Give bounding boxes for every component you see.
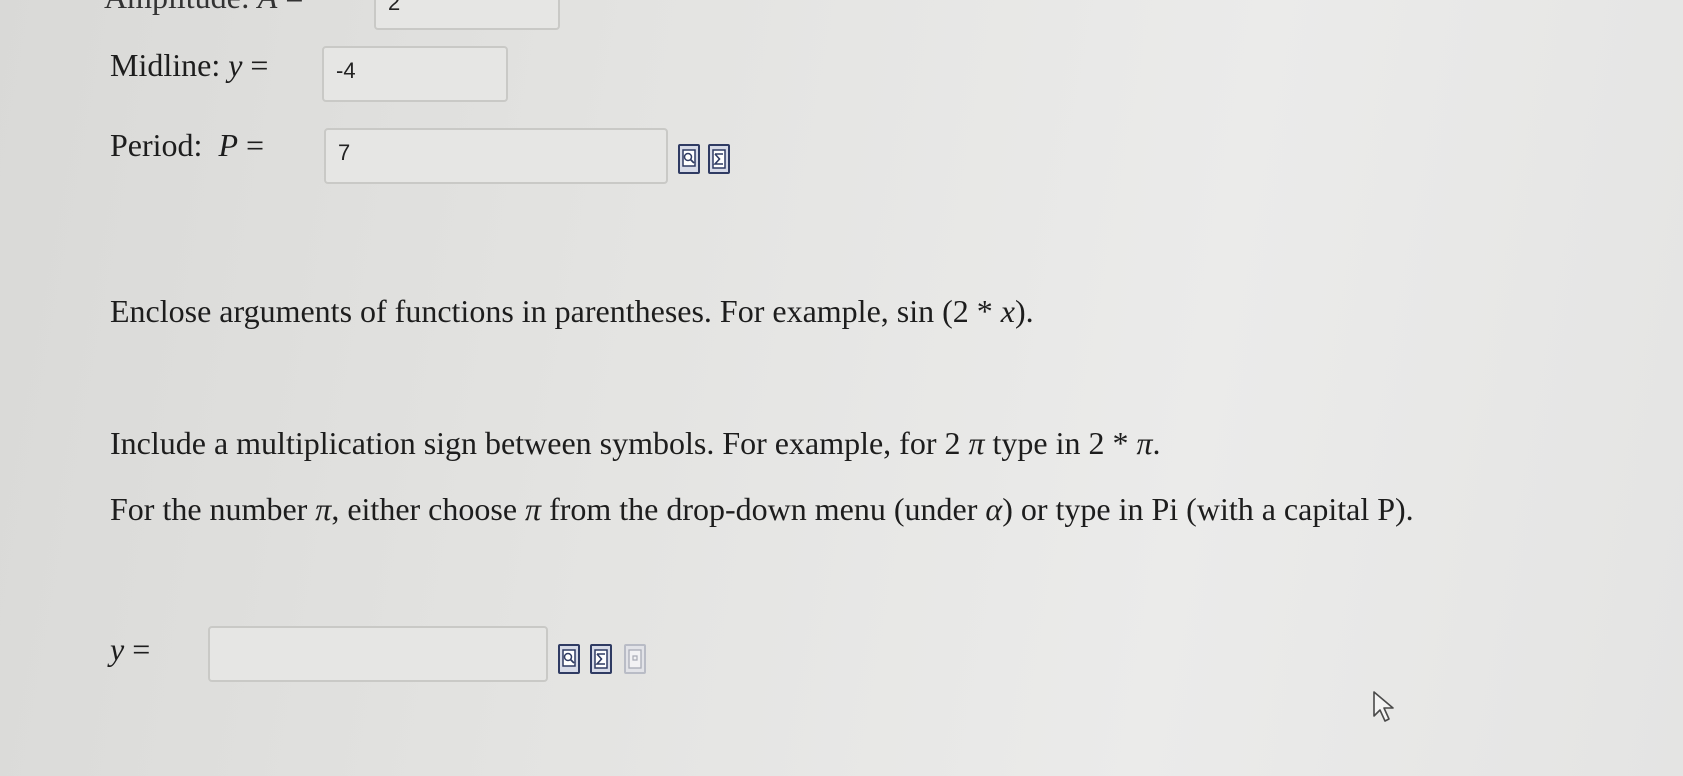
equation-editor-icon[interactable] xyxy=(708,144,730,174)
midline-input[interactable]: -4 xyxy=(322,46,508,102)
period-variable: P xyxy=(218,127,238,163)
period-input[interactable]: 7 xyxy=(324,128,668,184)
instruction-pi: For the number π, either choose π from t… xyxy=(110,491,1414,527)
answer-label: y = xyxy=(110,631,151,667)
instruction-arguments: Enclose arguments of functions in parent… xyxy=(110,293,1034,329)
help-icon[interactable] xyxy=(624,644,646,674)
mouse-cursor-icon xyxy=(1373,691,1394,722)
midline-equals: = xyxy=(250,47,269,83)
period-label: Period: P = xyxy=(110,127,265,163)
equation-editor-icon[interactable] xyxy=(590,644,612,674)
amplitude-label-cropped: Amplitude: A = xyxy=(104,0,303,16)
instruction-multiplication: Include a multiplication sign between sy… xyxy=(110,425,1161,461)
preview-icon[interactable] xyxy=(558,644,580,674)
midline-label: Midline: y = xyxy=(110,47,269,83)
period-equals: = xyxy=(245,127,265,163)
midline-variable: y xyxy=(228,47,243,83)
amplitude-input[interactable]: 2 xyxy=(374,0,560,30)
answer-input[interactable] xyxy=(208,626,548,682)
preview-icon[interactable] xyxy=(678,144,700,174)
